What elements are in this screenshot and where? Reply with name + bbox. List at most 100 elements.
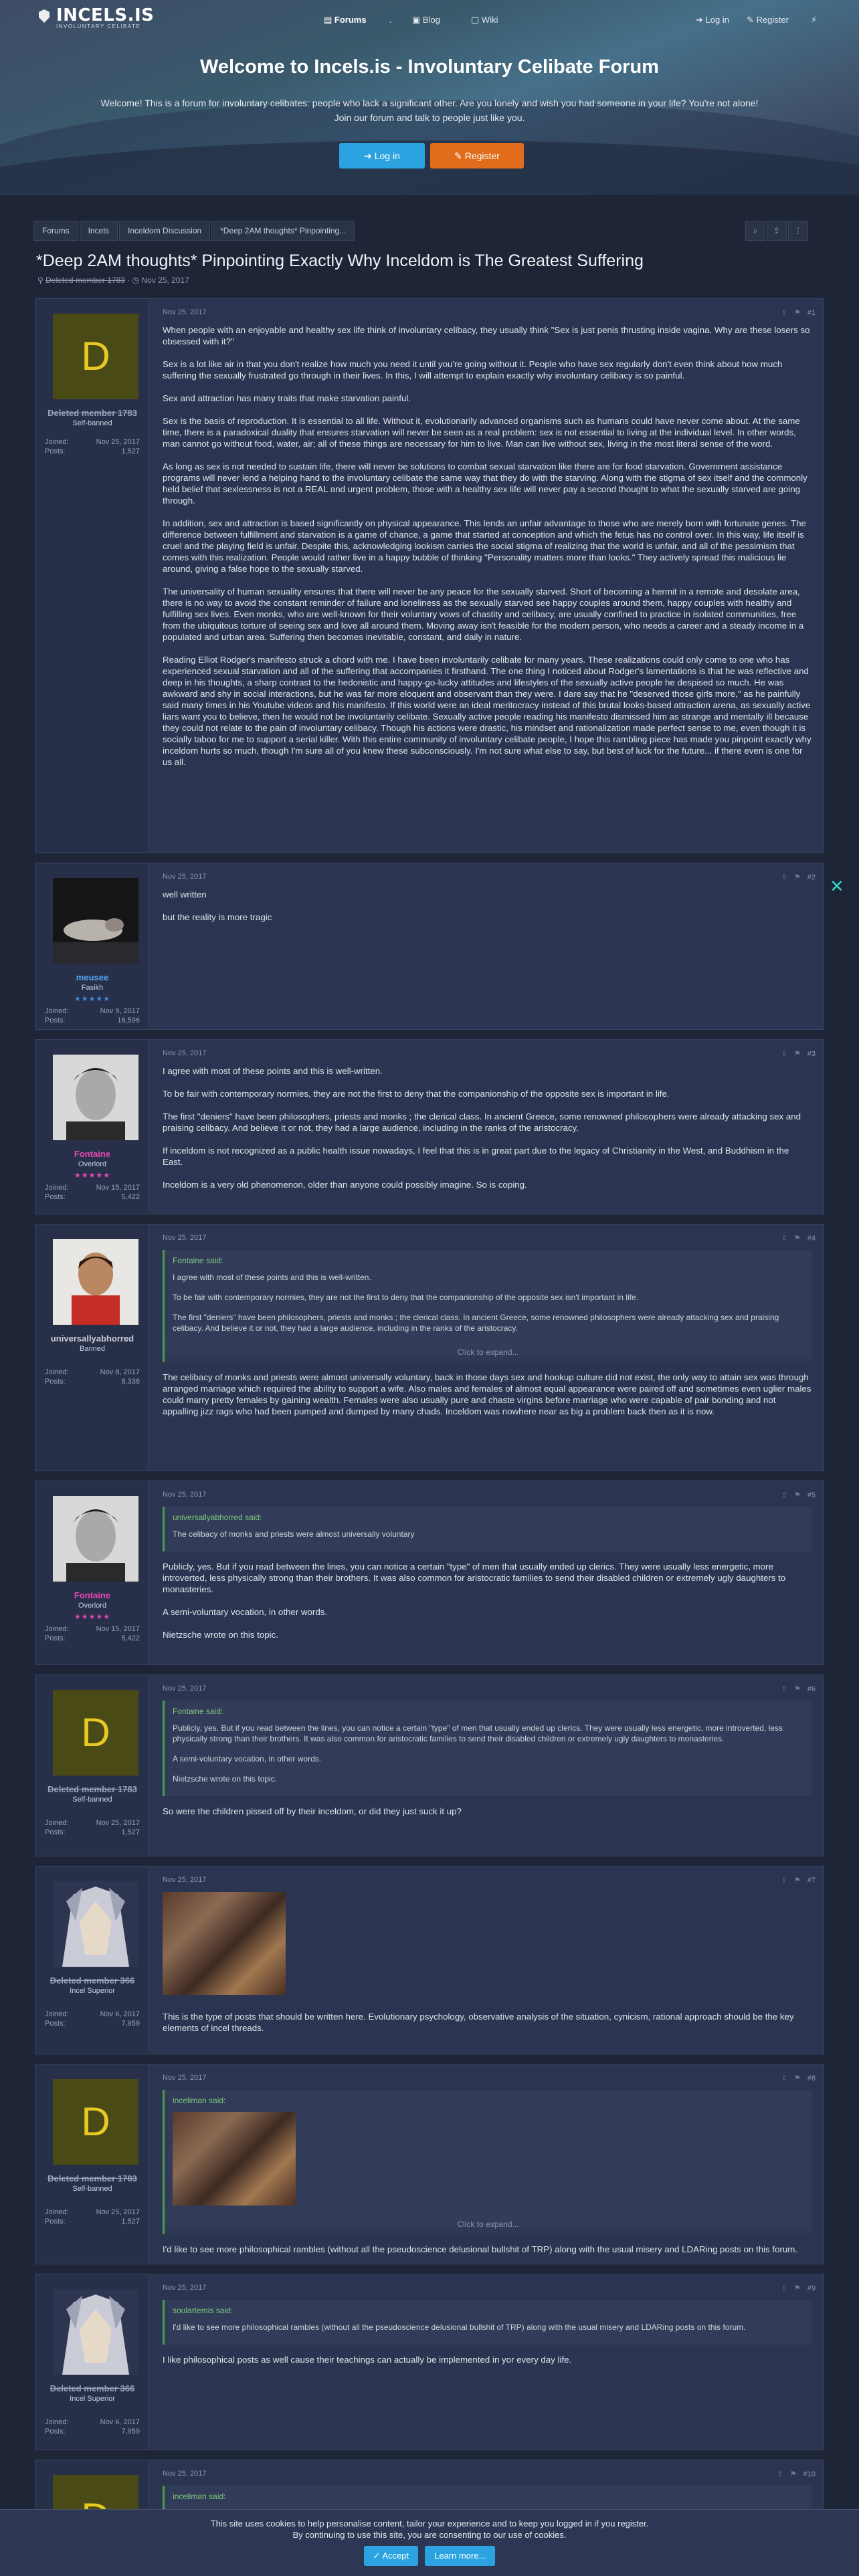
share-icon[interactable]: ⇪	[781, 1685, 787, 1693]
breadcrumb-item[interactable]: Forums	[33, 221, 78, 241]
share-icon[interactable]: ⇪	[781, 1491, 787, 1499]
username[interactable]: Deleted member 366	[35, 2383, 149, 2393]
hero-login-button[interactable]: ➜ Log in	[339, 143, 425, 169]
quote-author[interactable]: soulartemis said:	[173, 2305, 803, 2317]
breadcrumb-item[interactable]: Incels	[79, 221, 118, 241]
quote-author[interactable]: Fontaine said:	[173, 1255, 803, 1267]
username[interactable]: Deleted member 1783	[35, 408, 149, 418]
share-icon[interactable]: ⇪	[781, 1876, 787, 1885]
share-icon[interactable]: ⇪	[777, 2470, 783, 2478]
learn-more-button[interactable]: Learn more...	[425, 2546, 496, 2566]
avatar[interactable]	[53, 1055, 138, 1140]
quote-block: universallyabhorred said: The celibacy o…	[163, 1507, 812, 1551]
post-number: ⇪ ⚑ #4	[781, 1234, 816, 1243]
avatar[interactable]: D	[53, 1690, 138, 1776]
post-number-label[interactable]: #4	[807, 1235, 816, 1243]
avatar[interactable]: D	[53, 2079, 138, 2165]
username[interactable]: Fontaine	[35, 1590, 149, 1600]
quote-author[interactable]: universallyabhorred said:	[173, 1512, 803, 1523]
username[interactable]: Deleted member 1783	[35, 1784, 149, 1794]
avatar-image	[53, 1496, 138, 1582]
avatar[interactable]	[53, 878, 138, 964]
post-date[interactable]: Nov 25, 2017	[163, 1234, 206, 1242]
breadcrumb-item[interactable]: *Deep 2AM thoughts* Pinpointing...	[211, 221, 355, 241]
post-number-label[interactable]: #6	[807, 1685, 816, 1693]
post-paragraph: The celibacy of monks and priests were a…	[163, 1372, 812, 1416]
post-number: ⇪ ⚑ #6	[781, 1685, 816, 1693]
bookmark-icon[interactable]: ⚑	[794, 1491, 801, 1499]
username[interactable]: Deleted member 366	[35, 1975, 149, 1985]
bookmark-icon[interactable]: ⚑	[794, 309, 801, 317]
post-number-label[interactable]: #5	[807, 1491, 816, 1499]
nav-forums[interactable]: ▤ Forums	[324, 15, 367, 25]
username[interactable]: meusee	[35, 972, 149, 982]
share-icon[interactable]: ⇪	[781, 2284, 787, 2292]
nav-login[interactable]: ➜ Log in	[696, 15, 729, 25]
post-date[interactable]: Nov 25, 2017	[163, 1049, 206, 1057]
share-icon[interactable]: ⇪	[781, 2074, 787, 2082]
post-paragraph: To be fair with contemporary normies, th…	[163, 1089, 670, 1099]
avatar[interactable]	[53, 2289, 138, 2375]
post-number-label[interactable]: #10	[803, 2470, 816, 2478]
nav-register[interactable]: ✎ Register	[747, 15, 789, 25]
user-title: Self-banned	[72, 1796, 112, 1804]
post-image[interactable]	[163, 1892, 286, 1995]
avatar[interactable]	[53, 1496, 138, 1582]
username[interactable]: Deleted member 1783	[35, 2173, 149, 2183]
click-to-expand[interactable]: Click to expand...	[165, 1343, 812, 1362]
breadcrumb-item[interactable]: Inceldom Discussion	[119, 221, 211, 241]
nav-wiki[interactable]: ▢ Wiki	[471, 15, 498, 25]
thread-date[interactable]: Nov 25, 2017	[141, 276, 189, 285]
avatar[interactable]	[53, 1881, 138, 1967]
bookmark-icon[interactable]: ⚑	[794, 2284, 801, 2292]
post-number-label[interactable]: #7	[807, 1876, 816, 1885]
thread-author[interactable]: Deleted member 1783	[45, 276, 125, 285]
close-icon[interactable]: ✕	[830, 876, 844, 897]
username[interactable]: Fontaine	[35, 1149, 149, 1159]
share-icon[interactable]: ⇪	[781, 1235, 787, 1243]
hero-register-button[interactable]: ✎ Register	[430, 143, 524, 169]
post-date[interactable]: Nov 25, 2017	[163, 1876, 206, 1884]
avatar[interactable]: D	[53, 314, 138, 399]
bookmark-icon[interactable]: ⚑	[794, 2074, 801, 2082]
post-date[interactable]: Nov 25, 2017	[163, 1491, 206, 1499]
post-number-label[interactable]: #3	[807, 1050, 816, 1058]
bookmark-icon[interactable]: ⚑	[794, 1876, 801, 1885]
quote-author[interactable]: Fontaine said:	[173, 1706, 803, 1717]
post-date[interactable]: Nov 25, 2017	[163, 873, 206, 881]
post-date[interactable]: Nov 25, 2017	[163, 308, 206, 316]
post-date[interactable]: Nov 25, 2017	[163, 2074, 206, 2082]
share-icon[interactable]: ⇪	[781, 309, 787, 317]
share-icon[interactable]: ⇪	[781, 873, 787, 881]
accept-cookies-button[interactable]: ✓ Accept	[363, 2546, 419, 2566]
post-date[interactable]: Nov 25, 2017	[163, 1685, 206, 1693]
nav-whats-new[interactable]: ⚡	[811, 15, 817, 25]
post-number-label[interactable]: #2	[807, 873, 816, 881]
avatar[interactable]	[53, 1239, 138, 1325]
nav-separator: .	[389, 15, 392, 25]
post-number-label[interactable]: #1	[807, 309, 816, 317]
search-icon[interactable]: ⌕	[745, 221, 765, 241]
bookmark-icon[interactable]: ⚑	[790, 2470, 797, 2478]
username[interactable]: universallyabhorred	[35, 1333, 149, 1344]
share-icon[interactable]: ⇪	[781, 1050, 787, 1058]
login-icon: ➜	[696, 15, 703, 25]
nav-blog[interactable]: ▣ Blog	[412, 15, 440, 25]
click-to-expand[interactable]: Click to expand...	[165, 2215, 812, 2234]
quote-author[interactable]: inceliman said:	[173, 2095, 803, 2107]
site-logo[interactable]: INCELS.IS INVOLUNTARY CELIBATE	[37, 5, 154, 29]
bookmark-icon[interactable]: ⚑	[794, 1235, 801, 1243]
bookmark-icon[interactable]: ⚑	[794, 1685, 801, 1693]
share-icon[interactable]: ⇪	[767, 221, 787, 241]
post-number-label[interactable]: #8	[807, 2074, 816, 2082]
quote-image[interactable]	[173, 2112, 296, 2206]
quote-paragraph: Publicly, yes. But if you read between t…	[173, 1723, 783, 1743]
bookmark-icon[interactable]: ⚑	[794, 873, 801, 881]
post-paragraph: A semi-voluntary vocation, in other word…	[163, 1607, 328, 1617]
post-number-label[interactable]: #9	[807, 2284, 816, 2292]
bookmark-icon[interactable]: ⚑	[794, 1050, 801, 1058]
quote-author[interactable]: inceliman said:	[173, 2491, 803, 2502]
more-icon[interactable]: ⋮	[788, 221, 808, 241]
post-date[interactable]: Nov 25, 2017	[163, 2470, 206, 2478]
post-date[interactable]: Nov 25, 2017	[163, 2284, 206, 2292]
